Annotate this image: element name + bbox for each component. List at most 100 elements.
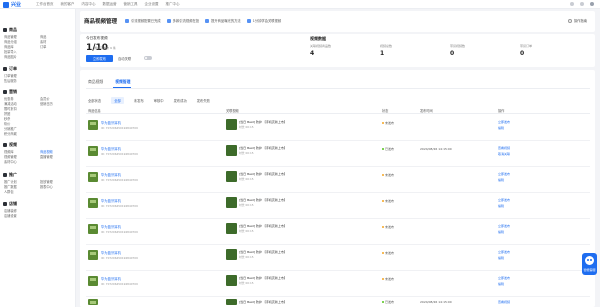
sidebar-item[interactable]: 报表中心 (40, 184, 53, 189)
video-thumbnail[interactable] (226, 275, 237, 286)
sidebar-group-promo[interactable]: 推广 (3, 172, 17, 178)
row-action-link[interactable]: 立即发布 (498, 276, 510, 280)
topnav-item[interactable]: 数据运营 (103, 2, 117, 7)
sidebar-group-video[interactable]: 视频 (3, 142, 17, 148)
guide-link[interactable]: 操作指南 (567, 18, 587, 23)
avatar[interactable] (590, 2, 594, 6)
topnav-item[interactable]: 工作台首页 (36, 2, 54, 7)
topnav-item[interactable]: 营销工具 (124, 2, 138, 7)
row-action-link[interactable]: 编辑 (498, 256, 510, 260)
topnav-item[interactable]: 推广中心 (166, 2, 180, 7)
row-action-link[interactable]: 立即发布 (498, 250, 510, 254)
sidebar-item[interactable]: 人群包 (4, 189, 14, 194)
product-name[interactable]: 华为蓝牙耳机 (101, 250, 121, 255)
filter-success[interactable]: 发布成功 (174, 98, 187, 103)
tip-tag[interactable]: 引流视频配置已完成 (125, 18, 161, 23)
sidebar-item[interactable]: 直播管理 (40, 154, 53, 159)
video-thumbnail[interactable] (226, 249, 237, 260)
status-text: 已发布 (385, 300, 395, 304)
video-thumbnail[interactable] (226, 119, 237, 130)
row-actions: 查看视频 (498, 300, 510, 304)
sidebar-group-title: 商品 (9, 27, 17, 32)
filter-all[interactable]: 全部 (111, 97, 124, 104)
row-action-link[interactable]: 编辑 (498, 126, 510, 130)
top-bar: 兴业 工作台首页 我的客户 内容中心 数据运营 营销工具 企业设置 推广中心 (0, 0, 600, 9)
product-thumbnail (88, 172, 98, 182)
video-thumbnail[interactable] (226, 145, 237, 156)
row-action-link[interactable]: 查看视频 (498, 300, 510, 304)
sidebar-group-marketing[interactable]: 营销 (3, 89, 17, 95)
topnav-item[interactable]: 我的客户 (61, 2, 75, 7)
logo-text: 兴业 (11, 2, 22, 8)
product-name[interactable]: 华为蓝牙耳机 (101, 120, 121, 125)
publish-button[interactable]: 立即发布 (86, 55, 113, 62)
filter-reviewing[interactable]: 审核中 (154, 98, 164, 103)
tab-product-video[interactable]: 商品视频 (88, 79, 103, 85)
sidebar-group-orders[interactable]: 订单 (3, 66, 17, 72)
topnav-item[interactable]: 内容中心 (82, 2, 96, 7)
tip-tag-label: 提升商品曝光的方法 (211, 19, 241, 23)
row-action-link[interactable]: 查看视频 (498, 146, 510, 150)
filter-failed[interactable]: 发布失败 (197, 98, 210, 103)
table-header: 商品信息 关联视频 状态 发布时间 操作 (86, 106, 590, 114)
tip-tag[interactable]: 1分钟学会关联视频 (246, 18, 282, 23)
sidebar-item[interactable]: 营销日历 (40, 101, 53, 106)
row-action-link[interactable]: 编辑 (498, 230, 510, 234)
sidebar-item[interactable]: 商品图片 (4, 54, 17, 59)
check-icon (166, 18, 171, 23)
video-title: [当日 Best] 防护 【手机壳新上市】 (239, 250, 287, 254)
row-actions: 立即发布 编辑 (498, 224, 510, 234)
row-action-link[interactable]: 立即发布 (498, 172, 510, 176)
sidebar-group-title: 订单 (9, 66, 17, 71)
today-remaining: 剩余可发布 9 条 (94, 46, 116, 50)
auto-associate-toggle[interactable] (144, 56, 152, 60)
row-action-link[interactable]: 立即发布 (498, 224, 510, 228)
promo-icon (3, 173, 7, 177)
sidebar-group-shop[interactable]: 店铺 (3, 201, 17, 207)
sidebar-item[interactable]: 素材中心 (4, 159, 17, 164)
order-icon (3, 67, 7, 71)
product-name[interactable]: 华为蓝牙耳机 (101, 276, 121, 281)
sidebar-item[interactable]: 售后服务 (4, 78, 17, 83)
product-id: ID: 707206450194840709 (101, 282, 138, 286)
help-icon[interactable] (580, 2, 584, 6)
sidebar-item[interactable]: 积分商城 (4, 131, 17, 136)
table-row: 华为蓝牙耳机 ID: 707206450194840709 [当日 Best] … (86, 193, 590, 219)
tab-video-manage[interactable]: 视频管理 (115, 79, 130, 85)
row-action-link[interactable]: 编辑 (498, 178, 510, 182)
app-logo[interactable]: 兴业 (3, 1, 21, 8)
row-action-link[interactable]: 编辑 (498, 282, 510, 286)
video-title: [当日 Best] 防护 【手机壳新上市】 (239, 224, 287, 228)
filter-unpublished[interactable]: 未发布 (134, 98, 144, 103)
product-name[interactable]: 华为蓝牙耳机 (101, 224, 121, 229)
bell-icon[interactable] (570, 2, 574, 6)
video-thumbnail[interactable] (226, 197, 237, 208)
video-title: [当日 Best] 防护 【手机壳新上市】 (239, 276, 287, 280)
sidebar-item[interactable]: 订单 (40, 44, 46, 49)
sidebar-group-title: 店铺 (9, 201, 17, 206)
sidebar: 商品 商品管理 商品分组 商品库 批量导入 商品图片 商品 素材 订单 订单 订… (0, 9, 76, 307)
tip-tag[interactable]: 多款引流视频在投 (166, 18, 200, 23)
assistant-float-button[interactable]: 智能客服 (582, 253, 597, 275)
status-badge: 已发布 (382, 300, 394, 304)
video-thumbnail[interactable] (226, 171, 237, 182)
tip-tag-label: 1分钟学会关联视频 (252, 19, 282, 23)
metric-label: 关联视频商品数 (310, 44, 332, 48)
tip-tag-label: 多款引流视频在投 (172, 19, 200, 23)
row-action-link[interactable]: 立即发布 (498, 198, 510, 202)
topnav-item[interactable]: 企业设置 (145, 2, 159, 7)
row-action-link[interactable]: 编辑 (498, 204, 510, 208)
row-action-link[interactable]: 取消关联 (498, 152, 510, 156)
video-title: [当日 Best] 防护 【手机壳新上市】 (239, 120, 287, 124)
video-thumbnail[interactable] (226, 223, 237, 234)
video-thumbnail[interactable] (226, 299, 237, 305)
metric-label: 视频总数 (380, 44, 393, 48)
product-name[interactable]: 华为蓝牙耳机 (101, 172, 121, 177)
row-action-link[interactable]: 立即发布 (498, 120, 510, 124)
tip-tag[interactable]: 提升商品曝光的方法 (205, 18, 241, 23)
sidebar-group-goods[interactable]: 商品 (3, 27, 17, 33)
product-name[interactable]: 华为蓝牙耳机 (101, 198, 121, 203)
product-name[interactable]: 华为蓝牙耳机 (101, 146, 121, 151)
sidebar-item[interactable]: 店铺设置 (4, 213, 17, 218)
column-header[interactable]: 状态 (382, 108, 388, 113)
